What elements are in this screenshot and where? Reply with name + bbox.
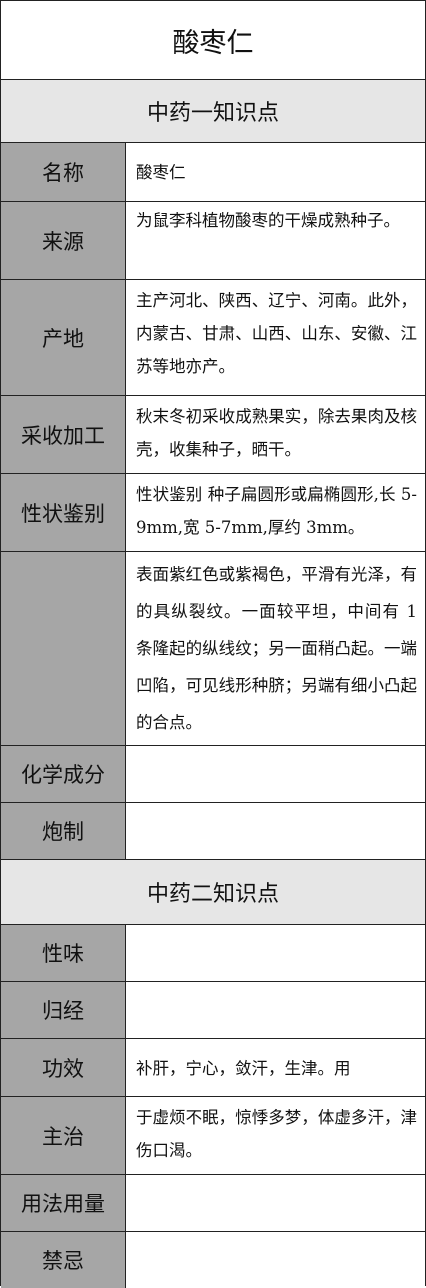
row-value [126,803,425,859]
row-label: 性状鉴别 [1,474,126,551]
row-label: 化学成分 [1,746,126,802]
row-label: 采收加工 [1,396,126,473]
row-value: 补肝，宁心，敛汗，生津。用 [126,1039,425,1096]
row-label: 名称 [1,143,126,201]
row-label: 禁忌 [1,1232,126,1288]
table-row-chemistry: 化学成分 [1,746,425,803]
table-row-indications: 主治 于虚烦不眠，惊悸多梦，体虚多汗，津伤口渴。 [1,1097,425,1175]
row-label: 功效 [1,1039,126,1096]
table-row-identification: 性状鉴别 性状鉴别 种子扁圆形或扁椭圆形,长 5-9mm,宽 5-7mm,厚约 … [1,474,425,552]
row-value [126,925,425,981]
row-value [126,1175,425,1231]
table-row-nature-taste: 性味 [1,925,425,982]
row-label: 性味 [1,925,126,981]
row-label: 用法用量 [1,1175,126,1231]
row-label: 炮制 [1,803,126,859]
table-row-efficacy: 功效 补肝，宁心，敛汗，生津。用 [1,1039,425,1097]
row-label: 产地 [1,280,126,395]
table-row-processing: 采收加工 秋末冬初采收成熟果实，除去果肉及核壳，收集种子，晒干。 [1,396,425,474]
table-row-meridian: 归经 [1,982,425,1039]
knowledge-table: 酸枣仁 中药一知识点 名称 酸枣仁 来源 为鼠李科植物酸枣的干燥成熟种子。 产地… [0,0,426,1288]
table-row-origin: 产地 主产河北、陕西、辽宁、河南。此外，内蒙古、甘肃、山西、山东、安徽、江苏等地… [1,280,425,396]
table-row-name: 名称 酸枣仁 [1,143,425,202]
row-value: 表面紫红色或紫褐色，平滑有光泽，有的具纵裂纹。一面较平坦，中间有 1 条隆起的纵… [126,552,425,745]
row-label: 归经 [1,982,126,1038]
table-row-description: 表面紫红色或紫褐色，平滑有光泽，有的具纵裂纹。一面较平坦，中间有 1 条隆起的纵… [1,552,425,746]
section-heading-1: 中药一知识点 [1,80,425,143]
table-row-source: 来源 为鼠李科植物酸枣的干燥成熟种子。 [1,202,425,280]
row-value: 于虚烦不眠，惊悸多梦，体虚多汗，津伤口渴。 [126,1097,425,1174]
row-value: 性状鉴别 种子扁圆形或扁椭圆形,长 5-9mm,宽 5-7mm,厚约 3mm。 [126,474,425,551]
row-value: 酸枣仁 [126,143,425,201]
row-value [126,982,425,1038]
table-row-contraindications: 禁忌 [1,1232,425,1288]
row-value: 主产河北、陕西、辽宁、河南。此外，内蒙古、甘肃、山西、山东、安徽、江苏等地亦产。 [126,280,425,395]
section-heading-2: 中药二知识点 [1,860,425,925]
page-title: 酸枣仁 [1,1,425,80]
row-value: 秋末冬初采收成熟果实，除去果肉及核壳，收集种子，晒干。 [126,396,425,473]
row-value [126,1232,425,1288]
table-row-preparation: 炮制 [1,803,425,860]
row-label: 主治 [1,1097,126,1174]
row-label [1,552,126,745]
table-row-dosage: 用法用量 [1,1175,425,1232]
row-value: 为鼠李科植物酸枣的干燥成熟种子。 [126,202,425,279]
row-value [126,746,425,802]
row-label: 来源 [1,202,126,279]
